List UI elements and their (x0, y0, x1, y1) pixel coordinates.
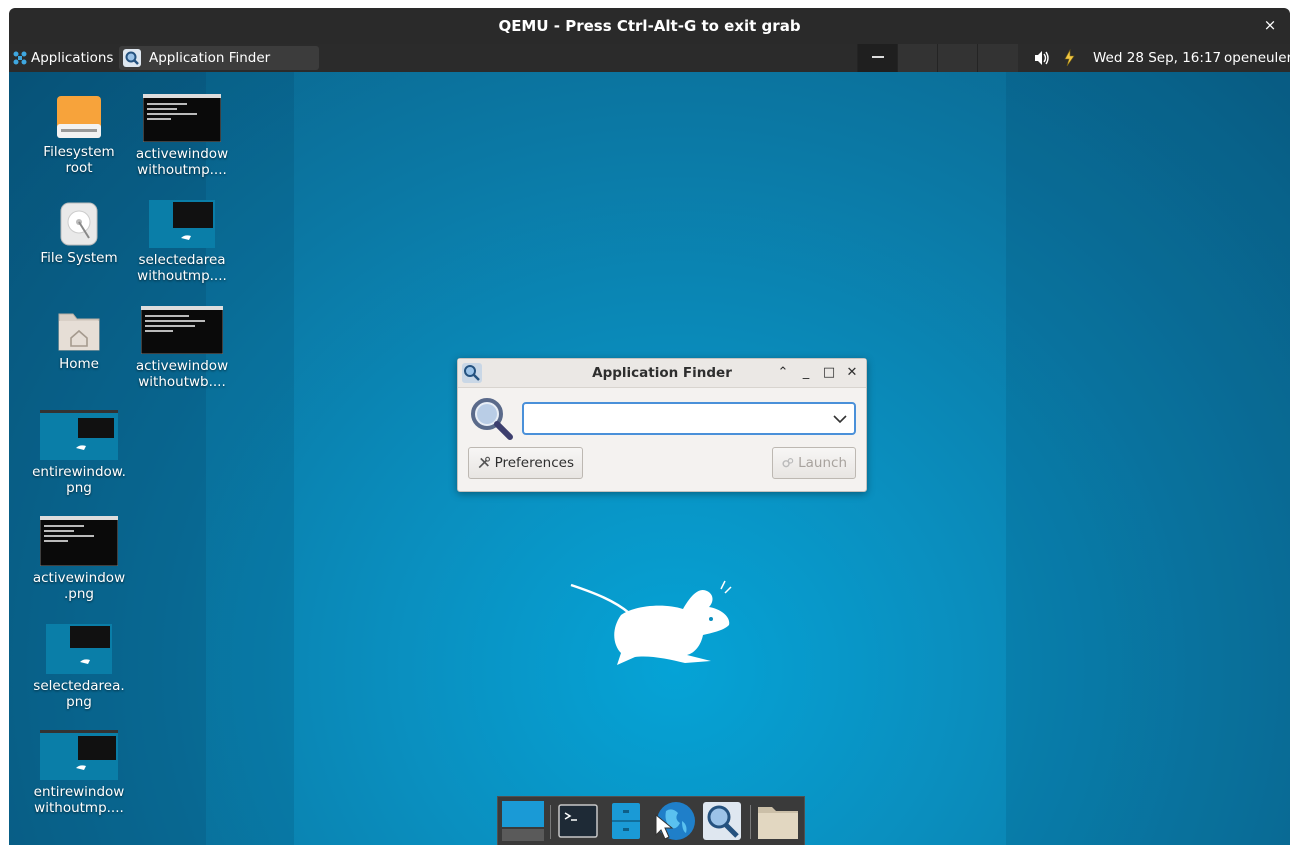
search-input[interactable] (534, 409, 818, 431)
desktop-icon-label: Home (59, 356, 99, 372)
desktop-icon-activewindow-withoutmp[interactable]: activewindow withoutmp.... (134, 94, 230, 178)
user-menu[interactable]: openeuler (1224, 50, 1290, 66)
desktop-icon-entirewindow-png[interactable]: entirewindow. png (31, 410, 127, 496)
applications-menu[interactable]: Applications ⋮ (13, 44, 129, 72)
launch-button[interactable]: Launch (772, 447, 856, 479)
desktop-icon-label: entirewindow. png (32, 464, 126, 496)
panel-clock[interactable]: Wed 28 Sep, 16:17 (1093, 50, 1221, 66)
drive-orange-icon (57, 96, 101, 138)
harddisk-icon (60, 202, 98, 246)
desktop-icon-label: activewindow .png (32, 570, 126, 602)
minimize-button[interactable]: _ (797, 364, 815, 382)
maximize-button[interactable]: □ (820, 364, 838, 382)
desktop-icon-label: activewindow withoutwb.... (135, 358, 229, 390)
chevron-down-icon[interactable] (832, 413, 848, 425)
image-thumbnail-icon (143, 94, 221, 142)
image-thumbnail-icon (40, 730, 118, 780)
workspace-4[interactable] (977, 44, 1018, 72)
preferences-label: Preferences (494, 455, 574, 471)
image-thumbnail-icon (40, 516, 118, 566)
home-folder-icon (58, 313, 100, 351)
preferences-button[interactable]: Preferences (468, 447, 583, 479)
desktop-icon-label: activewindow withoutmp.... (135, 146, 229, 178)
desktop-icon-label: File System (40, 250, 118, 266)
taskbar-label: Application Finder (149, 50, 271, 66)
wallpaper-band (206, 72, 294, 845)
gears-icon (782, 458, 794, 468)
search-icon (123, 49, 141, 67)
xfce-logo-icon (13, 51, 27, 65)
desktop-icon-label: selectedarea withoutmp.... (137, 252, 227, 284)
power-plug-icon[interactable] (1061, 44, 1077, 72)
file-manager-icon[interactable] (608, 801, 644, 845)
desktop-icon-file-system[interactable]: File System (31, 202, 127, 266)
desktop-icon-label: Filesystem root (43, 144, 115, 176)
dock-separator (750, 805, 751, 839)
xfce-mouse-logo (570, 580, 732, 665)
desktop-icon-label: entirewindow withoutmp.... (33, 784, 125, 816)
desktop-icon-entirewindow-withoutmp[interactable]: entirewindow withoutmp.... (31, 730, 127, 816)
desktop-icon-home[interactable]: Home (31, 306, 127, 372)
show-desktop-icon[interactable] (502, 801, 544, 845)
terminal-icon[interactable] (558, 801, 598, 845)
web-browser-icon[interactable] (652, 801, 696, 845)
wallpaper-band (1006, 72, 1290, 845)
desktop-icon-filesystem-root[interactable]: Filesystem root (31, 94, 127, 176)
tools-icon (478, 456, 491, 469)
desktop-icon-activewindow-withoutwb[interactable]: activewindow withoutwb.... (134, 306, 230, 390)
folder-icon[interactable] (756, 801, 800, 845)
desktop-icon-selectedarea-png[interactable]: selectedarea. png (31, 624, 127, 710)
magnifier-icon (471, 398, 513, 440)
image-thumbnail-icon (46, 624, 112, 674)
workspace-2[interactable] (897, 44, 938, 72)
workspace-window-indicator (872, 56, 884, 58)
image-thumbnail-icon (40, 410, 118, 460)
dialog-titlebar[interactable]: Application Finder ⌃ _ □ ✕ (458, 359, 866, 388)
dock-separator (550, 805, 551, 839)
image-thumbnail-icon (141, 306, 223, 354)
shade-button[interactable]: ⌃ (774, 364, 792, 382)
close-icon[interactable]: × (1260, 15, 1280, 35)
workspace-3[interactable] (937, 44, 978, 72)
desktop-icon-activewindow-png[interactable]: activewindow .png (31, 516, 127, 602)
qemu-titlebar: QEMU - Press Ctrl-Alt-G to exit grab × (9, 8, 1290, 44)
desktop-icon-label: selectedarea. png (33, 678, 125, 710)
app-finder-icon[interactable] (702, 801, 742, 845)
top-panel: Applications ⋮ Application Finder (9, 44, 1290, 72)
bottom-dock (497, 796, 805, 845)
desktop-icon-selectedarea-withoutmp[interactable]: selectedarea withoutmp.... (134, 200, 230, 284)
workspace-1[interactable] (857, 44, 898, 72)
launch-label: Launch (798, 455, 847, 471)
guest-desktop: Applications ⋮ Application Finder (9, 44, 1290, 845)
app-finder-dialog: Application Finder ⌃ _ □ ✕ Preferences L… (457, 358, 867, 492)
image-thumbnail-icon (149, 200, 215, 248)
qemu-window-title: QEMU - Press Ctrl-Alt-G to exit grab (498, 17, 801, 35)
applications-menu-label: Applications (31, 50, 114, 66)
volume-icon[interactable] (1033, 44, 1051, 72)
search-combobox[interactable] (522, 402, 856, 435)
taskbar-app-finder[interactable]: Application Finder (119, 46, 319, 70)
close-button[interactable]: ✕ (843, 364, 861, 382)
